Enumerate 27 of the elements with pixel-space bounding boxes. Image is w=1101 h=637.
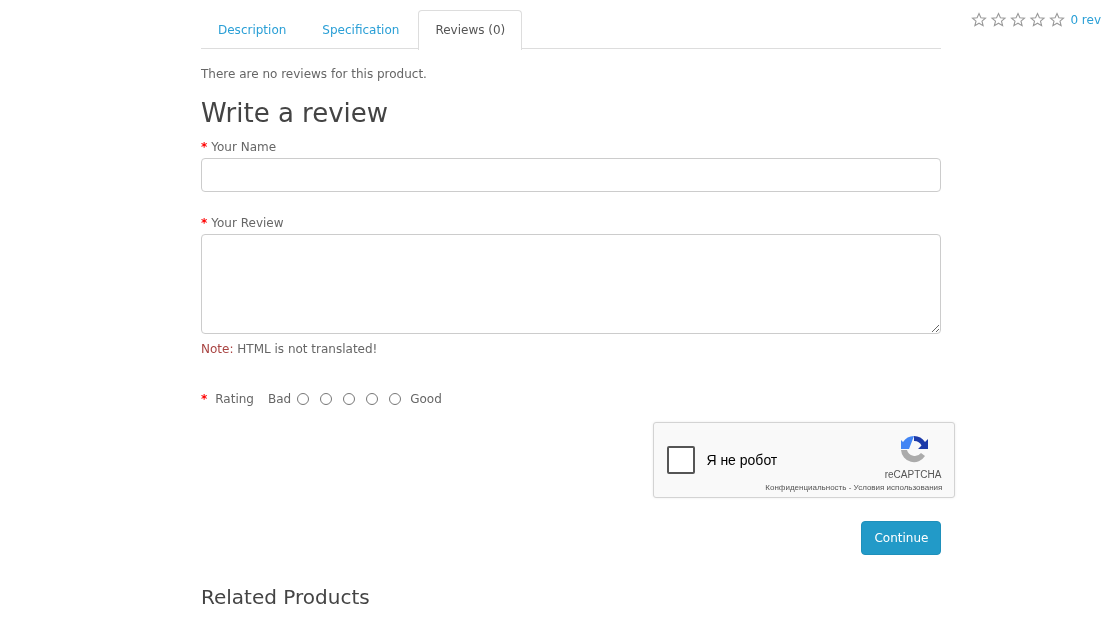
note-label: Note: — [201, 342, 234, 356]
recaptcha-logo-icon — [898, 433, 931, 465]
good-label: Good — [410, 392, 442, 406]
privacy-link[interactable]: Конфиденциальность — [765, 483, 847, 492]
rating-label: Rating — [215, 392, 254, 406]
required-mark: * — [201, 216, 208, 230]
related-title: Related Products — [201, 585, 371, 609]
captcha-label: Я не робот — [706, 452, 778, 468]
tab[interactable]: Specification — [305, 10, 417, 48]
field-label: Your Name — [211, 140, 277, 154]
note-text: HTML is not translated! — [237, 342, 378, 356]
form-title: Write a review — [201, 98, 390, 128]
required-mark: * — [201, 392, 208, 406]
terms-link[interactable]: Условия использования — [853, 483, 943, 492]
bad-label: Bad — [268, 392, 292, 406]
reviews-link[interactable]: 0 rev — [1070, 13, 1101, 27]
continue-button[interactable]: Continue — [861, 521, 942, 555]
field-label: Your Review — [211, 216, 284, 230]
tab[interactable]: Description — [201, 10, 304, 48]
separator: - — [848, 483, 852, 492]
review-field[interactable] — [201, 234, 942, 334]
name-field[interactable] — [201, 158, 942, 192]
recaptcha-brand: reCAPTCHA — [884, 469, 942, 480]
required-mark: * — [201, 140, 208, 154]
tab[interactable]: Reviews (0) — [418, 10, 523, 50]
captcha-checkbox[interactable] — [667, 446, 696, 474]
no-reviews-text: There are no reviews for this product. — [201, 67, 428, 81]
